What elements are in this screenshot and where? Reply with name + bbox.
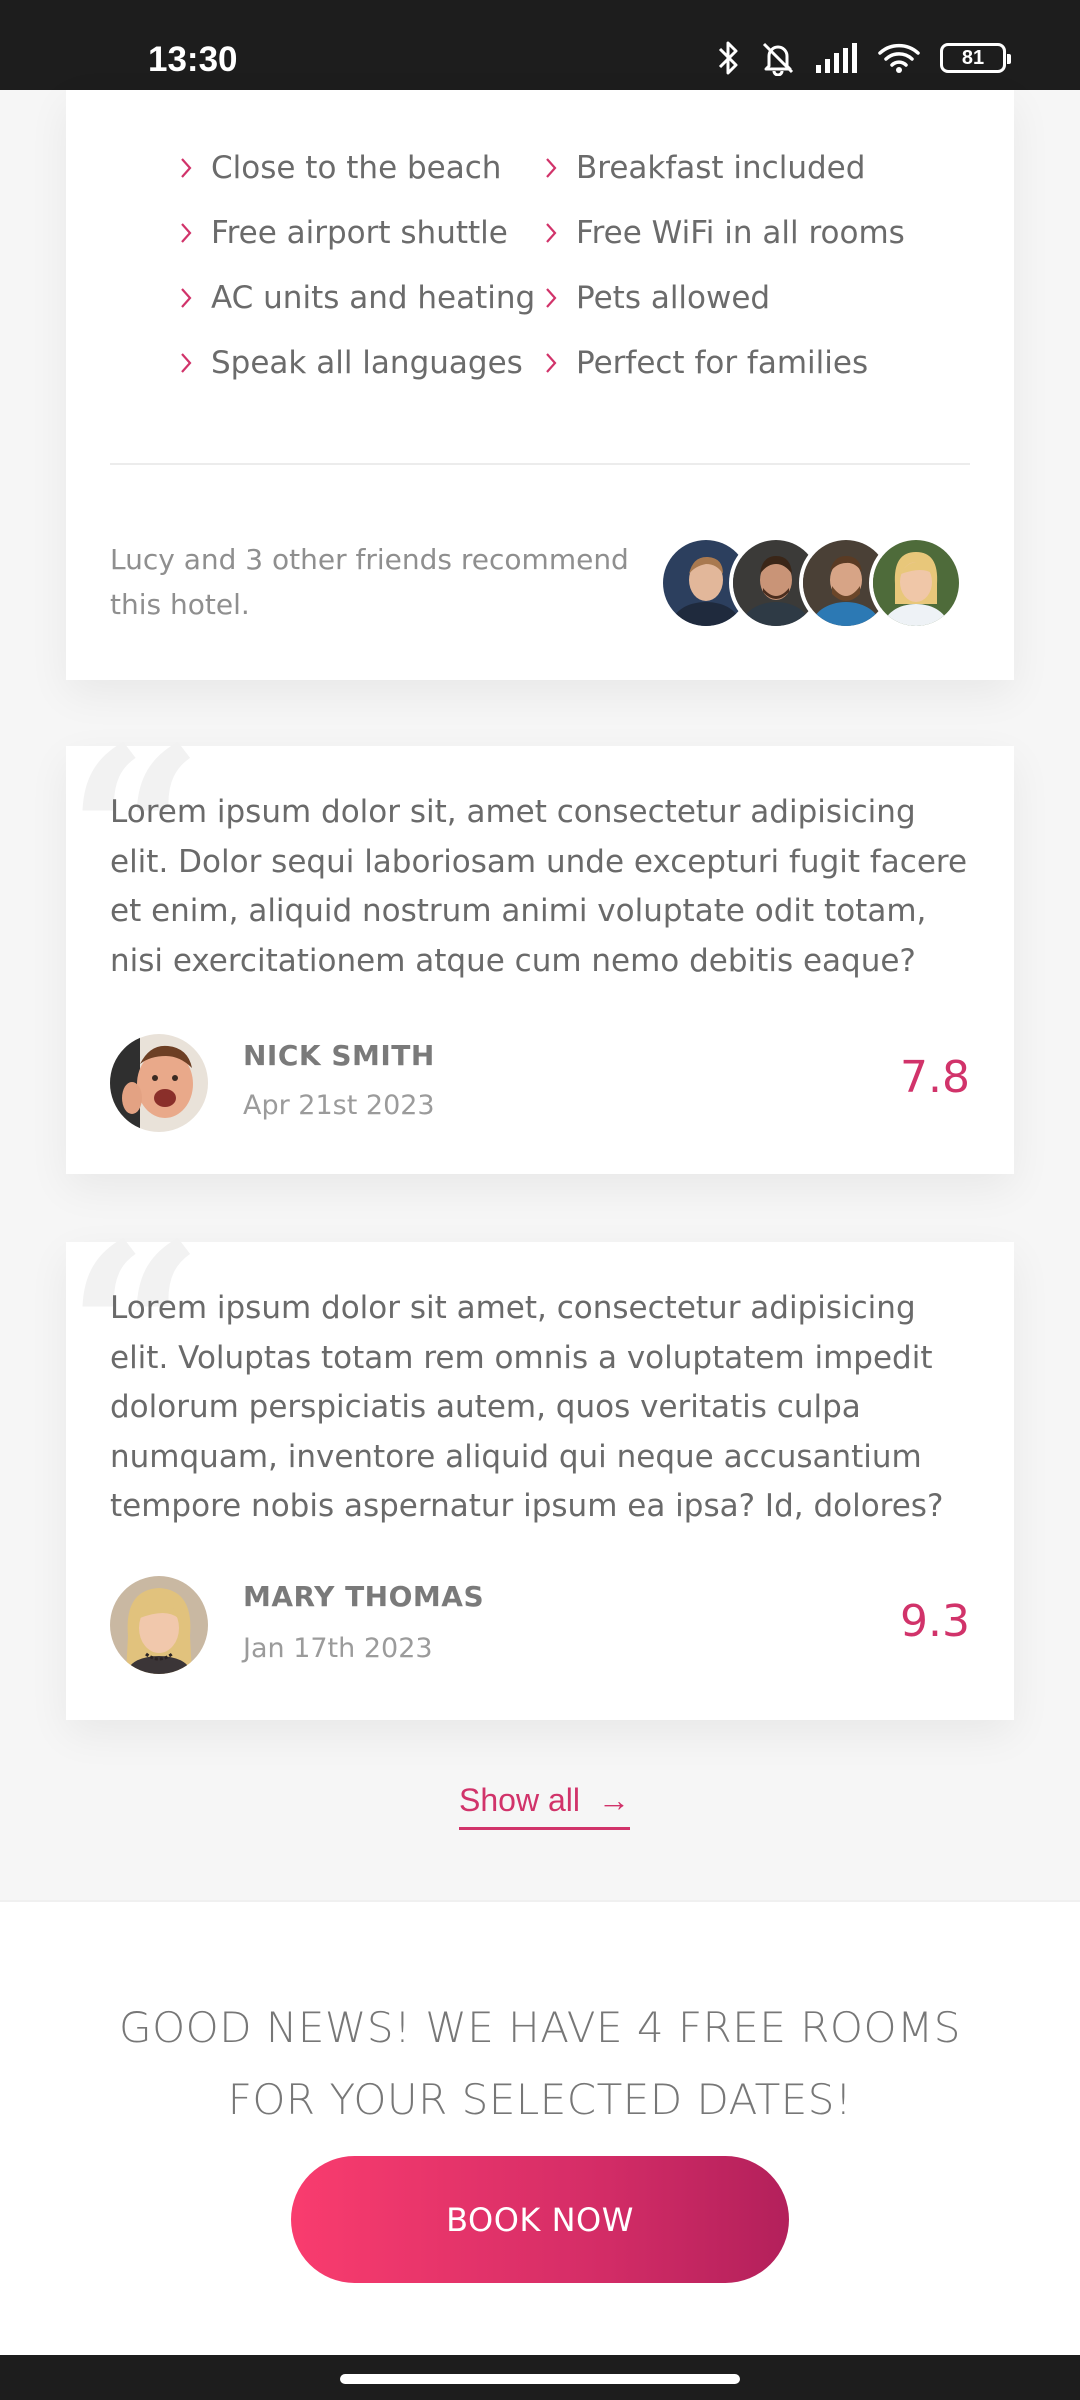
status-time: 13:30 [148,40,238,79]
friends-avatars[interactable] [659,536,979,632]
amenities-card: Close to the beach Breakfast included Fr… [66,90,1014,680]
availability-section: GOOD NEWS! WE HAVE 4 FREE ROOMS FOR YOUR… [0,1900,1080,2355]
review-score: 7.8 [900,1052,970,1103]
chevron-right-icon [179,287,211,309]
review-date: Apr 21st 2023 [243,1090,435,1121]
avatar[interactable] [869,536,963,630]
reviewer-name: MARY THOMAS [243,1580,485,1613]
wifi-icon [878,43,920,73]
amenity-item: AC units and heating [179,265,544,330]
avatar[interactable] [110,1034,208,1132]
chevron-right-icon [179,222,211,244]
review-card: “ Lorem ipsum dolor sit, amet consectetu… [66,716,1014,1174]
review-text: Lorem ipsum dolor sit, amet consectetur … [110,794,968,979]
hotel-page: Close to the beach Breakfast included Fr… [0,90,1080,2355]
friends-recommend-text: Lucy and 3 other friends recommend this … [110,543,629,621]
amenity-item: Free airport shuttle [179,200,544,265]
amenity-item: Speak all languages [179,330,544,395]
chevron-right-icon [544,157,576,179]
chevron-right-icon [544,287,576,309]
amenity-item: Close to the beach [179,135,544,200]
review-date: Jan 17th 2023 [243,1633,433,1664]
navigation-bar [0,2355,1080,2400]
divider [110,463,970,465]
amenity-item: Pets allowed [544,265,964,330]
home-indicator[interactable] [340,2374,740,2384]
amenity-item: Free WiFi in all rooms [544,200,964,265]
amenity-label: Free WiFi in all rooms [576,214,905,251]
amenity-label: Breakfast included [576,149,866,186]
chevron-right-icon [544,352,576,374]
amenity-label: Speak all languages [211,344,523,381]
review-card: “ Lorem ipsum dolor sit amet, consectetu… [66,1212,1014,1720]
amenity-label: Pets allowed [576,279,771,316]
book-now-button[interactable]: BOOK NOW [291,2156,789,2283]
review-text: Lorem ipsum dolor sit amet, consectetur … [110,1290,944,1524]
status-icons: 81 [716,38,1011,78]
status-bar: 13:30 81 [0,0,1080,90]
chevron-right-icon [179,157,211,179]
amenity-label: Perfect for families [576,344,869,381]
reviewer-name: NICK SMITH [243,1039,435,1072]
amenity-label: Free airport shuttle [211,214,508,251]
arrow-right-icon: → [597,1782,630,1818]
amenity-label: AC units and heating [211,279,536,316]
show-all-link[interactable]: Show all → [459,1782,630,1830]
amenity-item: Breakfast included [544,135,964,200]
review-score: 9.3 [900,1596,970,1647]
battery-icon: 81 [940,43,1011,73]
bluetooth-icon [718,41,738,75]
amenities-list: Close to the beach Breakfast included Fr… [179,135,964,395]
amenity-label: Close to the beach [211,149,502,186]
show-all-label: Show all [459,1782,580,1818]
avatar[interactable] [110,1576,208,1674]
amenity-item: Perfect for families [544,330,964,395]
chevron-right-icon [179,352,211,374]
battery-level: 81 [961,47,985,69]
mute-icon [762,42,794,76]
signal-icon [816,43,857,73]
chevron-right-icon [544,222,576,244]
availability-title: GOOD NEWS! WE HAVE 4 FREE ROOMS FOR YOUR… [119,2003,961,2124]
